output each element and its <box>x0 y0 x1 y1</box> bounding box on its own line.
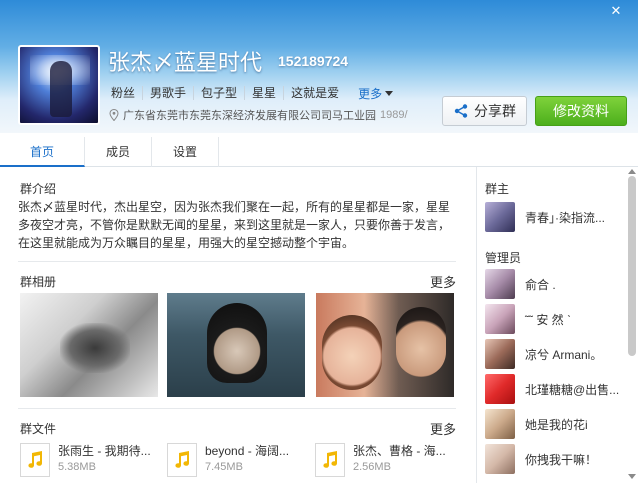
file-name: 张雨生 - 我期待... <box>58 444 151 458</box>
member-name: 凉兮 Armani。 <box>525 347 603 362</box>
member-item[interactable]: 你拽我干嘛！ <box>485 444 597 474</box>
tag-item[interactable]: 男歌手 <box>142 86 193 100</box>
divider <box>18 261 456 262</box>
share-group-button[interactable]: 分享群 <box>442 96 527 126</box>
member-item[interactable]: 北瑾糖糖@出售... <box>485 374 619 404</box>
avatar <box>485 304 515 334</box>
avatar <box>485 409 515 439</box>
file-size: 2.56MB <box>353 461 391 473</box>
close-icon[interactable]: ✕ <box>608 3 624 19</box>
member-item[interactable]: ˜˜ 安 然 ˋ <box>485 304 571 334</box>
members-sidebar: 群主 青春」·染指流... 管理员 俞合 . ˜˜ 安 然 ˋ 凉兮 Arman… <box>476 167 638 483</box>
files-title: 群文件 <box>20 422 57 436</box>
file-item[interactable]: beyond - 海阔... 7.45MB <box>167 443 289 477</box>
tag-item[interactable]: 星星 <box>244 86 283 100</box>
album-title: 群相册 <box>20 275 57 289</box>
avatar <box>485 374 515 404</box>
admin-title: 管理员 <box>485 251 522 265</box>
file-item[interactable]: 张雨生 - 我期待... 5.38MB <box>20 443 151 477</box>
tag-item[interactable]: 这就是爱 <box>283 86 346 100</box>
file-size: 5.38MB <box>58 461 96 473</box>
avatar <box>485 269 515 299</box>
edit-profile-button[interactable]: 修改资料 <box>535 96 627 126</box>
tag-item[interactable]: 包子型 <box>193 86 244 100</box>
member-name: 北瑾糖糖@出售... <box>525 382 620 397</box>
member-item[interactable]: 她是我的花i <box>485 409 588 439</box>
chevron-down-icon <box>385 90 394 96</box>
member-item[interactable]: 俞合 . <box>485 269 556 299</box>
tab-bar: 首页 成员 设置 <box>0 137 638 167</box>
file-name: beyond - 海阔... <box>205 444 290 458</box>
group-tags: 粉丝 男歌手 包子型 星星 这就是爱 更多 <box>111 84 394 102</box>
tags-more-button[interactable]: 更多 <box>346 85 394 102</box>
file-item[interactable]: 张杰、曹格 - 海... 2.56MB <box>315 443 446 477</box>
member-name: ˜˜ 安 然 ˋ <box>525 312 571 327</box>
group-id: 152189724 <box>278 53 349 69</box>
share-icon <box>454 104 468 118</box>
music-file-icon <box>167 443 197 477</box>
file-name: 张杰、曹格 - 海... <box>353 444 446 458</box>
intro-text: 张杰〆蓝星时代，杰出星空，因为张杰我们聚在一起，所有的星星都是一家，星星多夜空才… <box>18 200 451 250</box>
tab-home[interactable]: 首页 <box>0 137 85 167</box>
tag-item[interactable]: 粉丝 <box>111 86 142 100</box>
member-name: 青春」·染指流... <box>525 210 605 225</box>
group-name: 张杰〆蓝星时代 <box>108 51 263 76</box>
member-name: 俞合 . <box>525 277 556 292</box>
scrollbar-thumb[interactable] <box>628 176 636 356</box>
files-more-link[interactable]: 更多 <box>430 419 456 438</box>
owner-title: 群主 <box>485 182 510 196</box>
group-avatar[interactable] <box>18 45 100 125</box>
file-size: 7.45MB <box>205 461 243 473</box>
member-item[interactable]: 凉兮 Armani。 <box>485 339 602 369</box>
group-location: 广东省东莞市东莞东深经济发展有限公司司马工业园 1989/ <box>109 106 441 124</box>
scroll-down-arrow-icon[interactable] <box>628 474 636 479</box>
group-header: ✕ 张杰〆蓝星时代 152189724 粉丝 男歌手 包子型 星星 这就是爱 更… <box>0 0 638 133</box>
album-photo[interactable] <box>20 293 158 397</box>
tab-settings[interactable]: 设置 <box>152 137 219 167</box>
member-item[interactable]: 青春」·染指流... <box>485 202 605 232</box>
member-name: 她是我的花i <box>525 417 588 432</box>
divider <box>18 408 456 409</box>
scroll-up-arrow-icon[interactable] <box>628 169 636 174</box>
location-extra: 1989/ <box>380 109 408 121</box>
music-file-icon <box>20 443 50 477</box>
share-label: 分享群 <box>474 103 516 119</box>
member-name: 你拽我干嘛！ <box>525 452 598 467</box>
location-pin-icon <box>109 109 119 121</box>
avatar <box>485 339 515 369</box>
tags-more-label: 更多 <box>358 86 383 101</box>
album-photo[interactable] <box>167 293 305 397</box>
avatar <box>485 444 515 474</box>
main-content: 群介绍 张杰〆蓝星时代，杰出星空，因为张杰我们聚在一起，所有的星星都是一家，星星… <box>0 167 476 483</box>
music-file-icon <box>315 443 345 477</box>
intro-title: 群介绍 <box>20 182 57 196</box>
album-more-link[interactable]: 更多 <box>430 272 456 291</box>
album-photo[interactable] <box>316 293 454 397</box>
location-text: 广东省东莞市东莞东深经济发展有限公司司马工业园 <box>123 110 376 122</box>
tab-members[interactable]: 成员 <box>85 137 152 167</box>
avatar <box>485 202 515 232</box>
